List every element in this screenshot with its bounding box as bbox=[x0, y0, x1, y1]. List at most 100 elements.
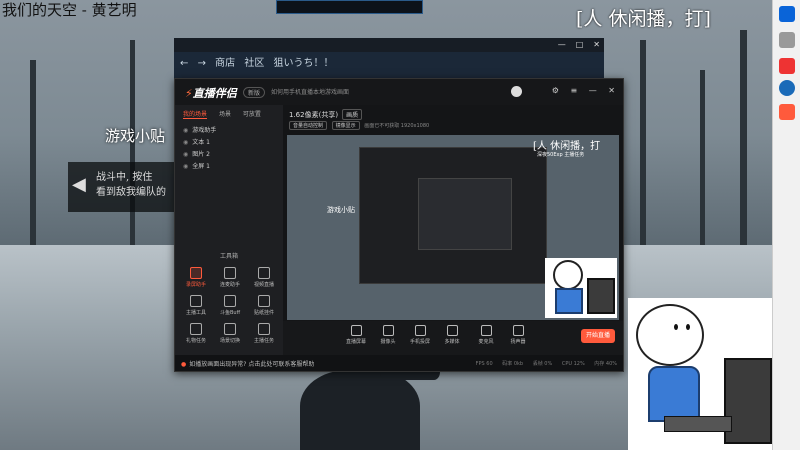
media-button[interactable]: 多媒体 bbox=[439, 325, 465, 345]
fps-stat: FPS 60 bbox=[475, 361, 493, 367]
eye-icon[interactable]: ◉ bbox=[183, 151, 188, 158]
scene-item[interactable]: ◉ 游戏助手 bbox=[183, 125, 216, 134]
button-label: 多媒体 bbox=[444, 339, 460, 345]
steam-titlebar: — □ ✕ bbox=[174, 38, 604, 52]
sticker-monitor bbox=[587, 278, 615, 314]
tree bbox=[640, 40, 646, 270]
quality-chip[interactable]: 画质 bbox=[342, 109, 363, 120]
tool-label: 场景切换 bbox=[219, 338, 240, 344]
eye-icon[interactable]: ◉ bbox=[183, 163, 188, 170]
sidebar-tabs: 我的场景 场景 可放置 bbox=[183, 109, 271, 119]
music-caption: 我们的天空 - 黄艺明 bbox=[2, 1, 137, 19]
scene-item[interactable]: ◉ 全屏 1 bbox=[183, 161, 210, 170]
record-icon bbox=[190, 267, 202, 279]
tab-my-scenes[interactable]: 我的场景 bbox=[183, 111, 208, 119]
left-arrow-icon[interactable]: ◀ bbox=[72, 174, 86, 195]
phone-cast-button[interactable]: 手机投屏 bbox=[407, 325, 433, 345]
close-icon[interactable]: ✕ bbox=[593, 40, 600, 49]
app-logo: ⚡直播伴侣 bbox=[185, 85, 237, 101]
app-icon[interactable] bbox=[779, 58, 795, 74]
minimize-icon[interactable]: — bbox=[558, 40, 566, 49]
phone-icon bbox=[414, 325, 426, 336]
forward-icon[interactable]: → bbox=[198, 58, 206, 69]
resolution-text: 画面已不可获取 1920x1080 bbox=[364, 123, 430, 129]
sticker-face bbox=[553, 260, 583, 290]
button-label: 麦克风 bbox=[478, 339, 494, 345]
scene-item-label: 全屏 1 bbox=[192, 163, 210, 170]
scene-item[interactable]: ◉ 图片 2 bbox=[183, 149, 210, 158]
start-live-button[interactable]: 开始直播 bbox=[581, 329, 615, 343]
monitor-icon bbox=[350, 325, 362, 336]
tree bbox=[740, 30, 747, 250]
maximize-icon[interactable]: □ bbox=[576, 40, 584, 49]
toolbox-title: 工具箱 bbox=[219, 253, 238, 260]
steam-window: — □ ✕ ← → 商店 社区 狙いうち！！ bbox=[174, 38, 604, 78]
room-info-text: 1.62像素(共享) bbox=[289, 111, 339, 119]
source-toolbar: 直播屏幕 摄像头 手机投屏 多媒体 麦克风 扬声器 开始直播 bbox=[283, 321, 623, 355]
footer-warning[interactable]: ● 如播放画面出现异常? 点击此处可联系客服帮助 bbox=[181, 359, 314, 368]
windows-icon[interactable] bbox=[779, 6, 795, 22]
settings-icon[interactable]: ⚙ bbox=[552, 86, 559, 95]
nav-community[interactable]: 社区 bbox=[244, 58, 264, 69]
tool-scene-switch[interactable]: 场景切换 bbox=[215, 323, 245, 344]
avatar[interactable] bbox=[511, 86, 522, 97]
sticker-eye bbox=[674, 324, 678, 330]
tool-buff[interactable]: 斗鱼Buff bbox=[215, 295, 245, 316]
tab-placeable[interactable]: 可放置 bbox=[243, 111, 261, 118]
tool-anchor-tools[interactable]: 主播工具 bbox=[181, 295, 211, 316]
game-hint-line: 战斗中, 按住 bbox=[96, 172, 153, 183]
scene-item-label: 游戏助手 bbox=[192, 127, 217, 134]
sticker-face bbox=[636, 304, 704, 366]
tool-anchor-tasks[interactable]: 主播任务 bbox=[249, 323, 279, 344]
tool-stickers[interactable]: 贴纸挂件 bbox=[249, 295, 279, 316]
microphone-button[interactable]: 麦克风 bbox=[473, 325, 499, 345]
tab-scenes[interactable]: 场景 bbox=[219, 111, 231, 118]
menu-icon[interactable]: ≡ bbox=[571, 86, 578, 95]
tree bbox=[700, 70, 705, 250]
app-titlebar: ⚡直播伴侣 新版 如何用手机直播本地游戏画面 ⚙ ≡ — ✕ bbox=[175, 79, 623, 105]
footer-stats: FPS 60 码率 0kb 丢帧 0% CPU 12% 内存 40% bbox=[468, 360, 617, 367]
back-icon[interactable]: ← bbox=[180, 58, 188, 69]
nav-game[interactable]: 狙いうち！！ bbox=[274, 58, 334, 69]
auto-volume-chip[interactable]: 音量自动控制 bbox=[289, 121, 328, 130]
scene-item[interactable]: ◉ 文本 1 bbox=[183, 137, 210, 146]
small-sticker bbox=[545, 258, 617, 318]
footer-warning-text: 如播放画面出现异常? 点击此处可联系客服帮助 bbox=[189, 361, 315, 368]
tool-label: 斗鱼Buff bbox=[219, 310, 241, 316]
nested-preview bbox=[359, 147, 547, 284]
preview-status: 深夜50Exp 主播任务 bbox=[537, 152, 585, 158]
bitrate-stat: 码率 0kb bbox=[502, 361, 524, 367]
buff-icon bbox=[224, 295, 236, 307]
tool-label: 主播任务 bbox=[253, 338, 274, 344]
tool-record-helper[interactable]: 录屏助手 bbox=[181, 267, 211, 288]
eye-icon[interactable]: ◉ bbox=[183, 139, 188, 146]
top-overlay-strip bbox=[276, 0, 423, 14]
tree bbox=[30, 60, 36, 250]
screen-capture-button[interactable]: 直播屏幕 bbox=[343, 325, 369, 345]
tool-video-live[interactable]: 视频直播 bbox=[249, 267, 279, 288]
tool-label: 视频直播 bbox=[253, 282, 274, 288]
minimize-icon[interactable]: — bbox=[589, 86, 597, 95]
camera-icon bbox=[382, 325, 394, 336]
tool-gift-tasks[interactable]: 礼物任务 bbox=[181, 323, 211, 344]
nav-store[interactable]: 商店 bbox=[215, 58, 235, 69]
game-hint-panel: ◀ 战斗中, 按住 看到敌我编队的 bbox=[68, 162, 180, 212]
tool-mic-link[interactable]: 连麦助手 bbox=[215, 267, 245, 288]
nested-preview-inner bbox=[418, 178, 512, 250]
speaker-button[interactable]: 扬声器 bbox=[505, 325, 531, 345]
app-sidebar: 我的场景 场景 可放置 ◉ 游戏助手 ◉ 文本 1 ◉ 图片 2 ◉ 全屏 1 工具箱 … bbox=[175, 105, 283, 355]
streaming-app-window: ⚡直播伴侣 新版 如何用手机直播本地游戏画面 ⚙ ≡ — ✕ 我的场景 场景 可… bbox=[174, 78, 624, 372]
mobile-stream-link[interactable]: 如何用手机直播本地游戏画面 bbox=[271, 87, 349, 96]
file-explorer-icon[interactable] bbox=[779, 32, 795, 48]
steam-icon[interactable] bbox=[779, 80, 795, 96]
sticker-eye bbox=[686, 324, 690, 330]
camera-button[interactable]: 摄像头 bbox=[375, 325, 401, 345]
sticker-body bbox=[555, 288, 583, 314]
mirror-chip[interactable]: 镜像显示 bbox=[331, 121, 360, 130]
eye-icon[interactable]: ◉ bbox=[183, 127, 188, 134]
close-icon[interactable]: ✕ bbox=[608, 86, 615, 95]
version-badge[interactable]: 新版 bbox=[243, 87, 266, 98]
tool-label: 连麦助手 bbox=[219, 282, 240, 288]
status-info: 音量自动控制 镜像显示 画面已不可获取 1920x1080 bbox=[289, 121, 429, 130]
streaming-app-icon[interactable] bbox=[779, 104, 795, 120]
